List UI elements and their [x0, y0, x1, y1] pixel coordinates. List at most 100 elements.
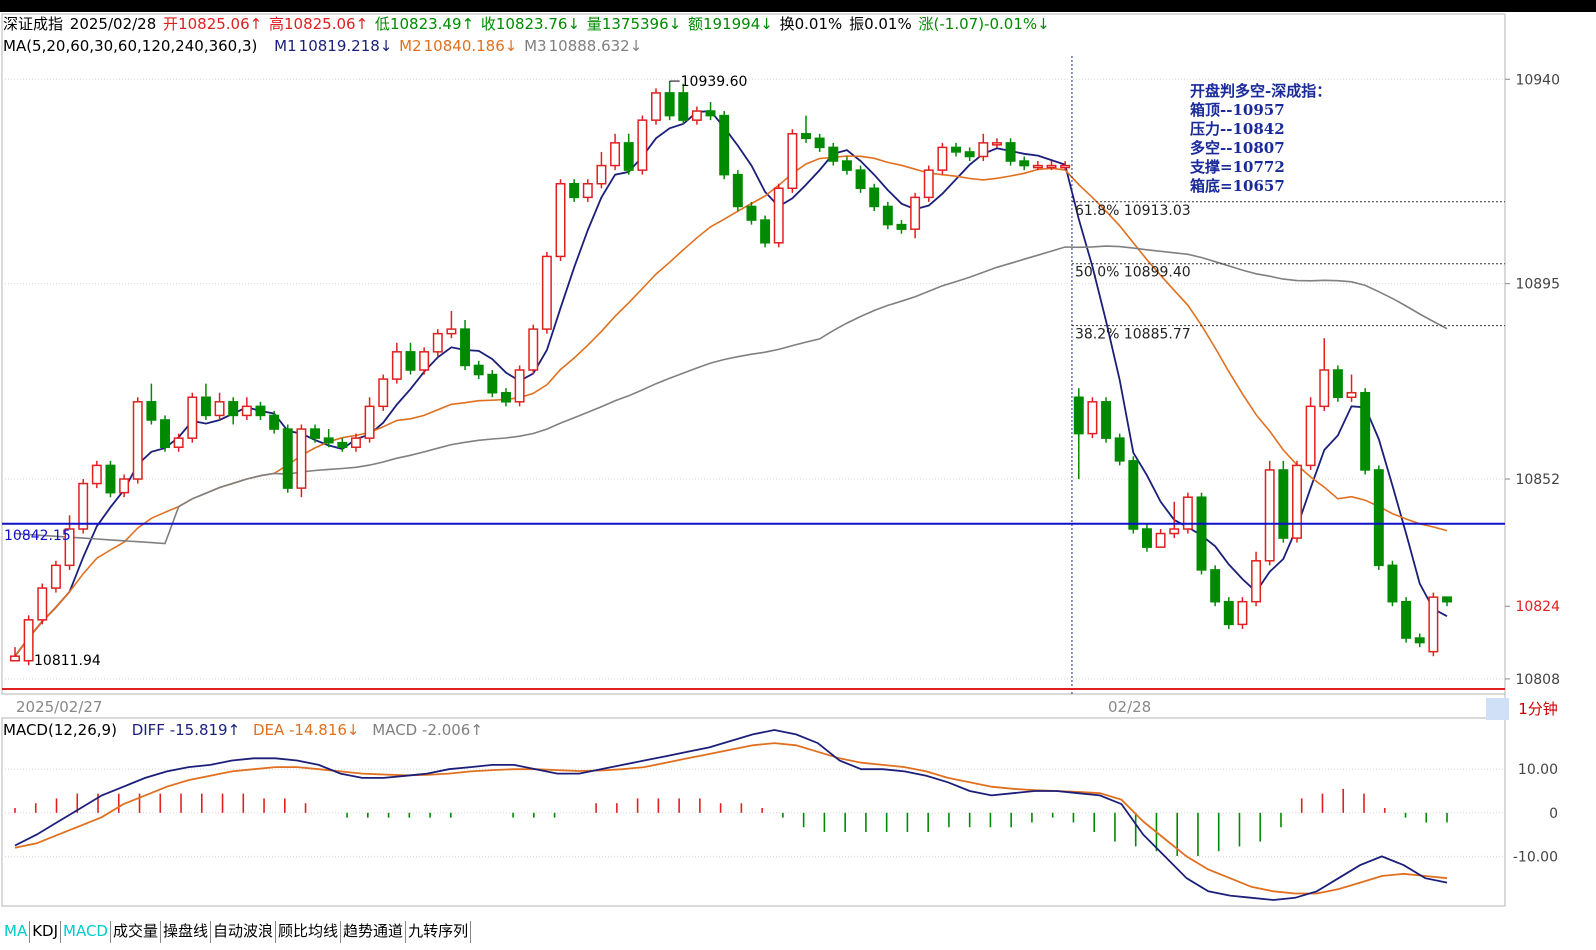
- candle-body: [1196, 496, 1207, 571]
- candle-body: [1332, 369, 1343, 399]
- price-header: 深证成指 2025/02/28 开10825.06↑ 高10825.06↑ 低1…: [3, 15, 1052, 33]
- m3-label: M3: [524, 37, 547, 55]
- candle-body: [869, 187, 880, 208]
- candle-body: [555, 182, 566, 258]
- turnover-label: 换: [779, 15, 795, 33]
- candle-body: [214, 401, 225, 417]
- m1-label: M1: [274, 37, 297, 55]
- macd-header: MACD(12,26,9) DIFF -15.819↑ DEA -14.816↓…: [3, 721, 485, 739]
- candle-body: [460, 328, 471, 367]
- candle-body: [787, 133, 798, 190]
- tab-trading-line[interactable]: 操盘线: [161, 921, 212, 943]
- candle-body: [146, 401, 157, 421]
- candle-body: [1060, 164, 1071, 169]
- date-label-1: 2025/02/27: [16, 698, 103, 716]
- candle-body: [473, 364, 484, 376]
- candle-body: [937, 146, 948, 171]
- high-mark-label: 10939.60: [681, 74, 748, 90]
- ma-line-m3: [14, 245, 1448, 545]
- candle-body: [1237, 600, 1248, 626]
- candle-body: [241, 405, 252, 417]
- candle-body: [732, 173, 743, 208]
- candle-body: [1073, 396, 1084, 435]
- candle-body: [773, 187, 784, 244]
- candle-body: [801, 133, 811, 140]
- candle-body: [105, 464, 116, 494]
- tab-guppy-ma[interactable]: 顾比均线: [276, 921, 342, 943]
- close-value: 10823.76↓: [495, 15, 581, 33]
- diff-line: [14, 729, 1448, 901]
- period-toggle[interactable]: [1486, 698, 1509, 720]
- candle-body: [1114, 437, 1125, 462]
- candle-body: [391, 351, 402, 380]
- candle-body: [1278, 469, 1289, 539]
- candle-body: [91, 464, 102, 485]
- candle-body: [691, 110, 702, 121]
- fib-level-label: 61.8% 10913.03: [1075, 203, 1191, 219]
- tab-auto-wave[interactable]: 自动波浪: [211, 921, 277, 943]
- candle-body: [1169, 528, 1180, 535]
- m2-label: M2: [399, 37, 422, 55]
- candle-body: [596, 164, 607, 185]
- candle-body: [1292, 464, 1302, 539]
- candle-body: [200, 396, 211, 417]
- period-selector[interactable]: 1分钟: [1513, 698, 1563, 720]
- low-label: 低: [374, 15, 390, 33]
- dea-value: DEA -14.816↓: [252, 721, 360, 739]
- candle-body: [323, 437, 334, 444]
- candle-body: [228, 401, 239, 417]
- candle-body: [50, 564, 61, 589]
- candle-body: [951, 146, 962, 153]
- tab-ma[interactable]: MA: [2, 921, 31, 943]
- candle-body: [760, 219, 771, 244]
- candle-body: [623, 142, 634, 171]
- amplitude-label: 振: [849, 15, 865, 33]
- annotation-line-1: 箱顶--10957: [1190, 101, 1285, 119]
- candle-body: [678, 92, 689, 121]
- candle-body: [664, 92, 675, 117]
- chart-canvas: 10940 10895 10852 10824 10808 10.00 0 -10.00 61…: [1, 13, 1560, 907]
- candle-body: [187, 396, 198, 439]
- candle-body: [119, 478, 130, 494]
- amount-value: 191994↓: [702, 15, 773, 33]
- ma-title: MA(5,20,60,30,60,120,240,360,3): [3, 37, 258, 55]
- tab-td-sequence[interactable]: 九转序列: [406, 921, 472, 943]
- candle-body: [1101, 401, 1112, 439]
- m3-value: 10888.632↓: [548, 37, 643, 55]
- m2-value: 10840.186↓: [423, 37, 518, 55]
- open-label: 开: [163, 15, 179, 33]
- candle-body: [432, 332, 443, 353]
- candle-body: [569, 182, 580, 199]
- candle-body: [1305, 405, 1316, 467]
- tab-kdj[interactable]: KDJ: [30, 921, 62, 943]
- candle-body: [173, 437, 184, 448]
- candle-body: [1251, 560, 1262, 603]
- volume-label: 量: [586, 15, 602, 33]
- tab-macd[interactable]: MACD: [61, 921, 111, 943]
- high-label: 高: [268, 15, 284, 33]
- candle-body: [419, 351, 430, 371]
- diff-value: DIFF -15.819↑: [131, 721, 241, 739]
- candle-body: [310, 428, 321, 439]
- tab-trend-channel[interactable]: 趋势通道: [341, 921, 407, 943]
- candle-body: [910, 196, 921, 230]
- dea-line: [14, 742, 1448, 895]
- candle-body: [1032, 164, 1043, 169]
- candle-body: [37, 587, 48, 621]
- candle-body: [637, 119, 648, 171]
- candle-body: [255, 405, 266, 417]
- candle-body: [1155, 532, 1166, 548]
- candle-body: [132, 401, 143, 480]
- macd-tick-label: -10.00: [1513, 849, 1558, 865]
- annotation-line-2: 压力--10842: [1190, 120, 1285, 138]
- candle-body: [1128, 460, 1139, 530]
- macd-panel-frame: [1, 717, 1506, 907]
- candle-body: [964, 151, 975, 158]
- amount-label: 额: [687, 15, 703, 33]
- bottom-status-strip: [0, 944, 1596, 950]
- candle-body: [719, 114, 730, 176]
- candle-body: [610, 142, 621, 167]
- tab-volume[interactable]: 成交量: [110, 921, 161, 943]
- candle-body: [23, 619, 34, 662]
- low-mark-label: 10811.94: [34, 653, 101, 669]
